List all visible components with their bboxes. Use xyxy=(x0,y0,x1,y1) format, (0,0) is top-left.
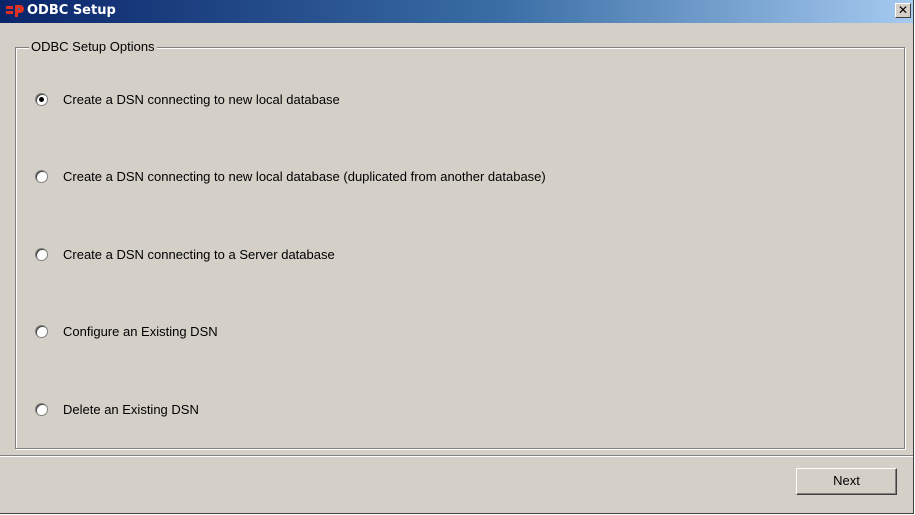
option-label: Create a DSN connecting to new local dat… xyxy=(63,168,546,184)
close-icon: ✕ xyxy=(897,3,909,17)
footer-divider xyxy=(0,455,913,457)
option-label: Create a DSN connecting to a Server data… xyxy=(63,246,335,262)
option-configure-existing[interactable]: Configure an Existing DSN xyxy=(35,322,218,340)
app-logo-icon xyxy=(6,5,24,17)
option-delete-existing[interactable]: Delete an Existing DSN xyxy=(35,400,199,418)
radio-selected-dot xyxy=(39,96,44,102)
radio-create-new-local[interactable] xyxy=(35,92,48,106)
option-create-server[interactable]: Create a DSN connecting to a Server data… xyxy=(35,245,335,263)
radio-create-server[interactable] xyxy=(35,247,48,261)
radio-delete-existing[interactable] xyxy=(35,402,48,416)
option-label: Configure an Existing DSN xyxy=(63,323,218,339)
close-button[interactable]: ✕ xyxy=(895,3,911,18)
option-label: Delete an Existing DSN xyxy=(63,401,199,417)
title-bar[interactable]: ODBC Setup ✕ xyxy=(0,0,913,23)
option-label: Create a DSN connecting to new local dat… xyxy=(63,91,340,107)
odbc-setup-window: ODBC Setup ✕ ODBC Setup Options Create a… xyxy=(0,0,914,514)
option-create-duplicated-local[interactable]: Create a DSN connecting to new local dat… xyxy=(35,167,546,185)
window-title: ODBC Setup xyxy=(27,3,116,18)
radio-configure-existing[interactable] xyxy=(35,324,48,338)
option-create-new-local[interactable]: Create a DSN connecting to new local dat… xyxy=(35,90,340,108)
next-button[interactable]: Next xyxy=(796,468,897,495)
group-legend: ODBC Setup Options xyxy=(29,39,157,55)
radio-create-duplicated-local[interactable] xyxy=(35,169,48,183)
